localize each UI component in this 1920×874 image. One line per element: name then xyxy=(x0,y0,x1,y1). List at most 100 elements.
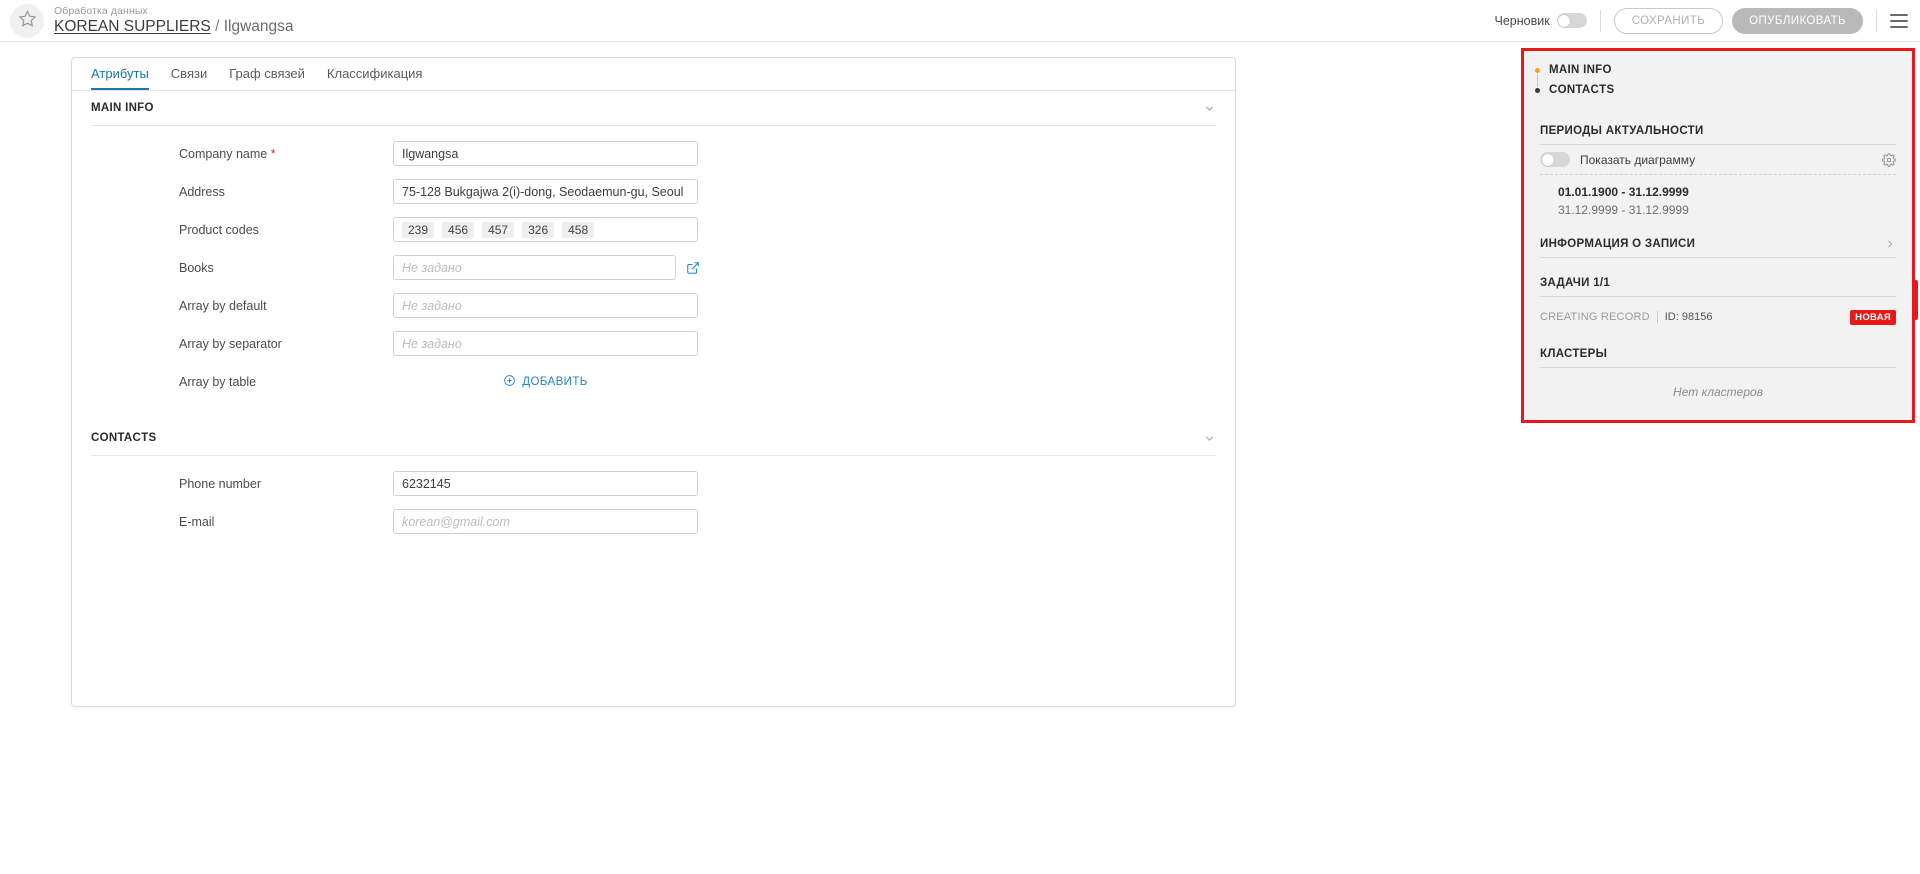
anchor-main-info[interactable]: MAIN INFO xyxy=(1535,60,1912,80)
address-input[interactable]: 75-128 Bukgajwa 2(i)-dong, Seodaemun-gu,… xyxy=(393,179,698,204)
books-input[interactable]: Не задано xyxy=(393,255,676,280)
add-row-button[interactable]: ДОБАВИТЬ xyxy=(393,374,698,390)
field-label: Product codes xyxy=(179,223,393,237)
top-bar: Обработка данных KOREAN SUPPLIERS / Ilgw… xyxy=(0,0,1920,42)
breadcrumb-path: KOREAN SUPPLIERS / Ilgwangsa xyxy=(54,19,294,35)
task-row[interactable]: CREATING RECORD ID: 98156 НОВАЯ xyxy=(1540,305,1896,329)
tab-relations[interactable]: Связи xyxy=(171,66,207,90)
draft-toggle[interactable] xyxy=(1557,13,1587,28)
task-id: ID: 98156 xyxy=(1665,311,1713,323)
section-header-contacts[interactable]: CONTACTS xyxy=(72,421,1235,455)
product-codes-input[interactable]: 239 456 457 326 458 xyxy=(393,217,698,242)
spacer xyxy=(1524,258,1912,270)
product-code-chip: 239 xyxy=(402,222,434,238)
external-link-icon[interactable] xyxy=(686,261,700,275)
validity-period-item[interactable]: 31.12.9999 - 31.12.9999 xyxy=(1540,201,1896,219)
chevron-down-icon[interactable] xyxy=(1203,432,1216,445)
field-row-address: Address 75-128 Bukgajwa 2(i)-dong, Seoda… xyxy=(72,176,1235,207)
chevron-down-icon[interactable] xyxy=(1203,102,1216,115)
clusters-title: КЛАСТЕРЫ xyxy=(1540,341,1896,367)
field-row-books: Books Не задано xyxy=(72,252,1235,283)
array-by-separator-input[interactable]: Не задано xyxy=(393,331,698,356)
section-title: MAIN INFO xyxy=(91,102,154,114)
draft-label: Черновик xyxy=(1495,14,1550,28)
divider xyxy=(1876,10,1877,32)
anchor-label: CONTACTS xyxy=(1549,84,1614,96)
divider xyxy=(1600,10,1601,32)
breadcrumb-current-record: Ilgwangsa xyxy=(224,18,294,35)
record-info-header[interactable]: ИНФОРМАЦИЯ О ЗАПИСИ xyxy=(1540,231,1896,257)
company-name-input[interactable]: Ilgwangsa xyxy=(393,141,698,166)
show-diagram-row: Показать диаграмму xyxy=(1540,145,1896,174)
anchor-contacts[interactable]: CONTACTS xyxy=(1535,80,1912,100)
anchor-label: MAIN INFO xyxy=(1549,64,1612,76)
spacer xyxy=(72,404,1235,421)
tab-classification[interactable]: Классификация xyxy=(327,66,423,90)
tab-relations-graph[interactable]: Граф связей xyxy=(229,66,305,90)
validity-period-item[interactable]: 01.01.1900 - 31.12.9999 xyxy=(1540,183,1896,201)
breadcrumb-link-entity[interactable]: KOREAN SUPPLIERS xyxy=(54,18,211,35)
field-label: Books xyxy=(179,261,393,275)
scroll-indicator[interactable] xyxy=(1914,280,1918,320)
section-header-main-info[interactable]: MAIN INFO xyxy=(72,91,1235,125)
field-label: Phone number xyxy=(179,477,393,491)
anchor-dot-icon xyxy=(1535,88,1540,93)
save-button[interactable]: СОХРАНИТЬ xyxy=(1614,8,1723,34)
field-row-phone-number: Phone number 6232145 xyxy=(72,468,1235,499)
tab-attributes[interactable]: Атрибуты xyxy=(91,66,149,90)
phone-number-input[interactable]: 6232145 xyxy=(393,471,698,496)
product-code-chip: 456 xyxy=(442,222,474,238)
show-diagram-toggle[interactable] xyxy=(1540,152,1570,167)
email-input[interactable]: korean@gmail.com xyxy=(393,509,698,534)
breadcrumb-separator: / xyxy=(215,18,219,35)
record-info-title: ИНФОРМАЦИЯ О ЗАПИСИ xyxy=(1540,238,1695,250)
tab-bar: Атрибуты Связи Граф связей Классификация xyxy=(72,58,1235,91)
tasks-title: ЗАДАЧИ 1/1 xyxy=(1540,270,1896,296)
show-diagram-toggle-knob xyxy=(1542,154,1554,166)
plus-circle-icon xyxy=(503,374,522,390)
right-side-panel: MAIN INFO CONTACTS ПЕРИОДЫ АКТУАЛЬНОСТИ … xyxy=(1521,48,1915,423)
field-row-email: E-mail korean@gmail.com xyxy=(72,506,1235,537)
required-marker: * xyxy=(271,147,276,161)
favorite-star-button[interactable] xyxy=(10,4,44,38)
top-bar-actions: Черновик СОХРАНИТЬ ОПУБЛИКОВАТЬ xyxy=(1495,0,1920,41)
spacer xyxy=(1540,297,1896,305)
section-title: CONTACTS xyxy=(91,432,156,444)
field-label: Company name * xyxy=(179,147,393,161)
breadcrumb: Обработка данных KOREAN SUPPLIERS / Ilgw… xyxy=(54,6,294,35)
spacer xyxy=(1540,175,1896,183)
anchor-dot-icon xyxy=(1535,68,1540,73)
tasks-block: ЗАДАЧИ 1/1 CREATING RECORD ID: 98156 НОВ… xyxy=(1524,270,1912,329)
hamburger-menu-icon[interactable] xyxy=(1890,14,1908,28)
field-row-array-by-default: Array by default Не задано xyxy=(72,290,1235,321)
chevron-right-icon[interactable] xyxy=(1884,238,1896,250)
divider xyxy=(1657,311,1658,323)
field-label: Array by default xyxy=(179,299,393,313)
field-label: Address xyxy=(179,185,393,199)
field-label: Array by separator xyxy=(179,337,393,351)
contacts-fields: Phone number 6232145 E-mail korean@gmail… xyxy=(72,456,1235,537)
publish-button[interactable]: ОПУБЛИКОВАТЬ xyxy=(1732,8,1863,34)
field-row-company-name: Company name * Ilgwangsa xyxy=(72,138,1235,169)
status-badge: НОВАЯ xyxy=(1850,310,1896,325)
clusters-block: КЛАСТЕРЫ Нет кластеров xyxy=(1524,341,1912,399)
record-card: Атрибуты Связи Граф связей Классификация… xyxy=(71,57,1236,707)
section-anchor-nav: MAIN INFO CONTACTS xyxy=(1524,51,1912,106)
anchor-connector xyxy=(1537,74,1538,87)
show-diagram-label: Показать диаграмму xyxy=(1580,153,1695,167)
validity-periods-block: ПЕРИОДЫ АКТУАЛЬНОСТИ Показать диаграмму … xyxy=(1524,118,1912,219)
field-label: Array by table xyxy=(179,375,393,389)
field-row-array-by-separator: Array by separator Не задано xyxy=(72,328,1235,359)
product-code-chip: 457 xyxy=(482,222,514,238)
clusters-empty-text: Нет кластеров xyxy=(1540,368,1896,399)
task-name: CREATING RECORD xyxy=(1540,311,1650,323)
gear-icon[interactable] xyxy=(1882,153,1896,167)
field-label: E-mail xyxy=(179,515,393,529)
array-by-default-input[interactable]: Не задано xyxy=(393,293,698,318)
spacer xyxy=(1524,329,1912,341)
record-info-block: ИНФОРМАЦИЯ О ЗАПИСИ xyxy=(1524,231,1912,258)
star-icon xyxy=(18,9,37,33)
validity-periods-title: ПЕРИОДЫ АКТУАЛЬНОСТИ xyxy=(1540,118,1896,144)
product-code-chip: 326 xyxy=(522,222,554,238)
spacer xyxy=(1524,219,1912,231)
